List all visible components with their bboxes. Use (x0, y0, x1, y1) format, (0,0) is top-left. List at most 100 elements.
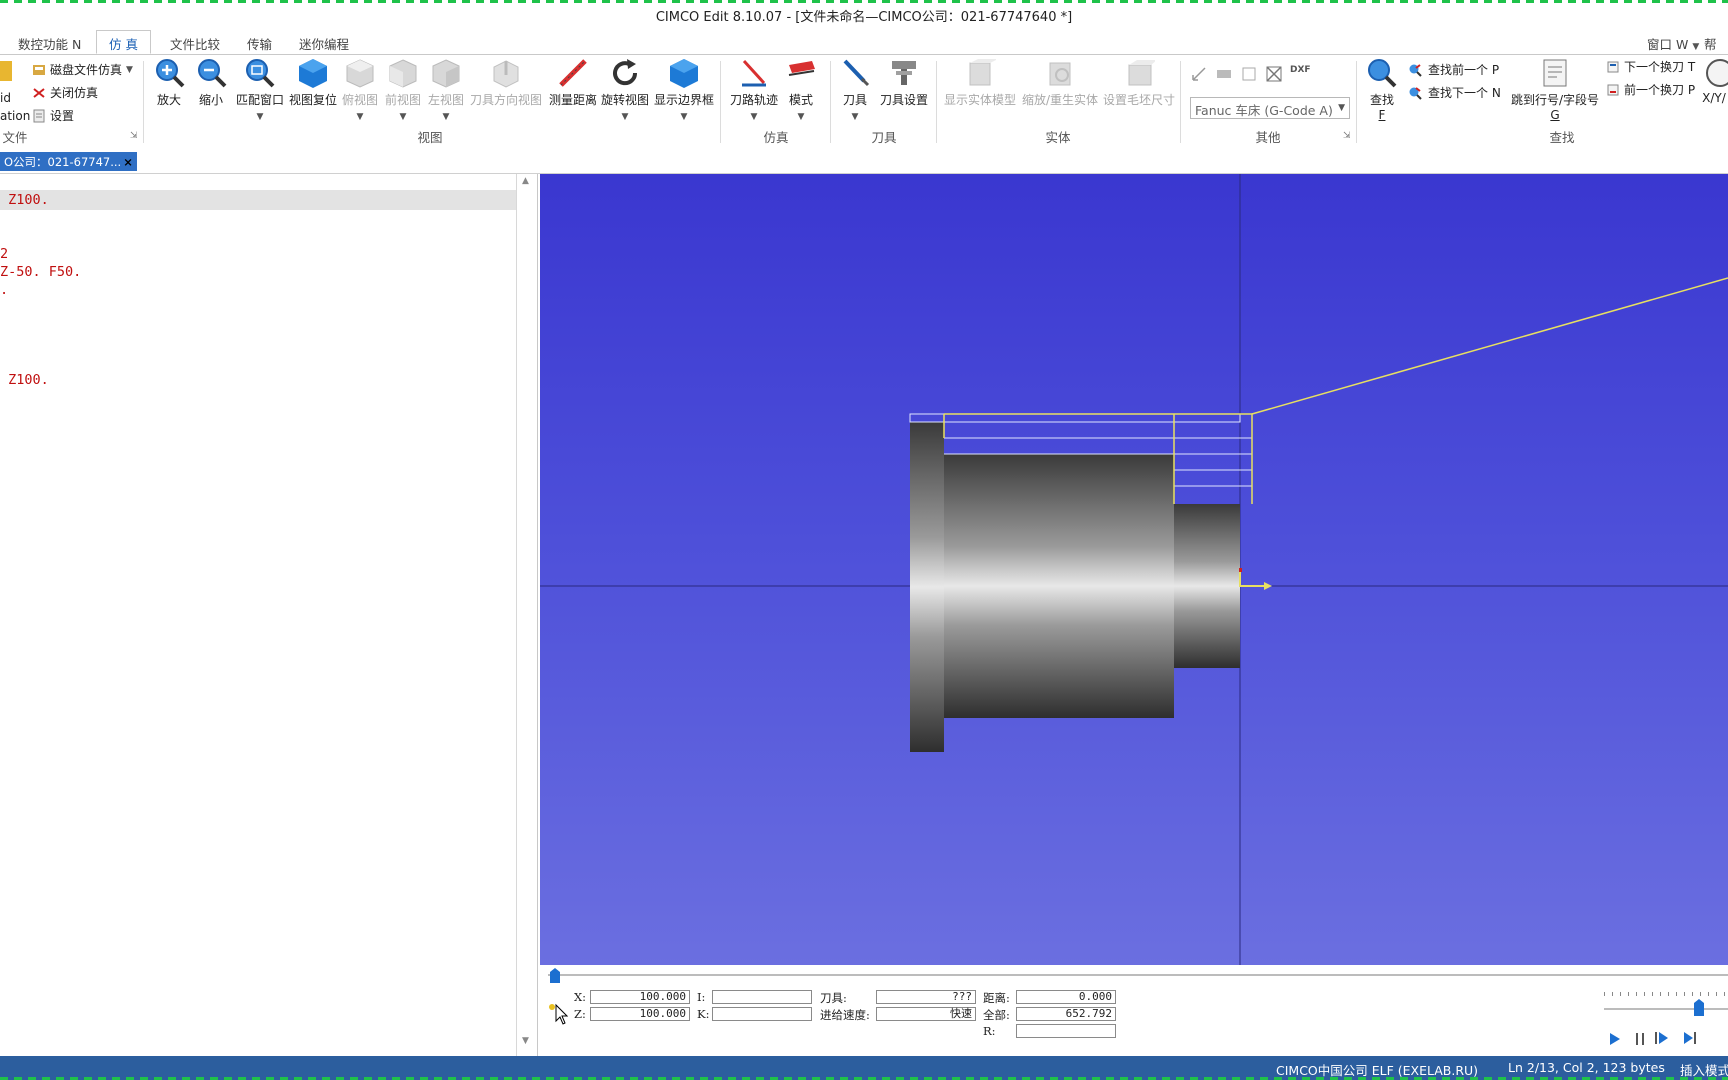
view-group-label: 视图 (417, 130, 443, 145)
pause-icon[interactable] (1634, 1031, 1646, 1047)
machine-select[interactable]: Fanuc 车床 (G-Code A) ▼ (1190, 97, 1350, 119)
r-label: R: (983, 1024, 996, 1038)
show-bounding-box-button[interactable]: 显示边界框 ▼ (654, 57, 714, 122)
dxf-icon[interactable]: DXF (1290, 65, 1311, 83)
find-next-button[interactable]: 查找下一个 N (1408, 84, 1501, 101)
k-label: K: (697, 1007, 710, 1021)
skip-forward-icon[interactable] (1682, 1029, 1700, 1047)
speed-ticks (1604, 992, 1728, 996)
close-sim-icon (33, 87, 45, 98)
i-label: I: (697, 990, 706, 1004)
scroll-up-icon[interactable]: ▲ (522, 176, 529, 186)
code-line: . (0, 282, 9, 298)
rotate-icon (613, 59, 638, 86)
speed-thumb[interactable] (1692, 999, 1706, 1017)
status-bar: CIMCO中国公司 ELF (EXELAB.RU) Ln 2/13, Col 2… (0, 1056, 1728, 1080)
zoom-regen-solid-button[interactable]: 缩放/重生实体 (1020, 57, 1100, 108)
close-sim-button[interactable]: 关闭仿真 (32, 84, 98, 101)
measure-distance-button[interactable]: 测量距离 (548, 57, 598, 108)
play-file-icon (0, 61, 12, 81)
file-group-label: 文件 (2, 130, 28, 145)
tool-button[interactable]: 刀具 ▼ (840, 57, 870, 122)
title-bar: CIMCO Edit 8.10.07 - [文件未命名—CIMCO公司：021-… (0, 0, 1728, 30)
other-tools-row: DXF (1190, 65, 1311, 83)
tab-mini-program[interactable]: 迷你编程 (299, 34, 349, 53)
tab-simulation[interactable]: 仿 真 (96, 30, 151, 54)
gauge-icon (1706, 59, 1728, 87)
disk-sim-button[interactable]: 磁盘文件仿真 ▼ (32, 61, 133, 78)
total-value: 652.792 (1016, 1007, 1116, 1021)
tool-settings-icon (892, 61, 916, 85)
other-group-label: 其他 (1255, 130, 1281, 145)
dialog-launcher-icon[interactable]: ⇲ (130, 131, 138, 141)
zoom-in-button[interactable]: 放大 (154, 57, 185, 108)
zoom-out-button[interactable]: 缩小 (196, 57, 227, 108)
find-prev-icon (1409, 63, 1422, 77)
code-editor[interactable]: Z100. 2 Z-50. F50. . Z100. (0, 174, 516, 1056)
solid-model-icon (969, 59, 996, 86)
toolpath-button[interactable]: 刀路轨迹 ▼ (728, 57, 780, 122)
settings-button[interactable]: 设置 (32, 107, 74, 124)
document-tab-bar: O公司：021-67747... × (0, 147, 1728, 174)
grid-icon[interactable] (1265, 65, 1283, 83)
tool-group-label: 刀具 (871, 130, 897, 145)
play-icon[interactable] (1608, 1031, 1622, 1047)
rotate-view-button[interactable]: 旋转视图 ▼ (601, 57, 649, 122)
part-body (944, 454, 1174, 718)
timeline-track[interactable] (548, 974, 1728, 976)
find-button[interactable]: 查找 F (1364, 57, 1400, 122)
window-menu[interactable]: 窗口 W ▼ (1647, 34, 1699, 53)
ribbon: id ation 磁盘文件仿真 ▼ 关闭仿真 设置 文件 ⇲ 放大 缩小 匹配窗口… (0, 54, 1728, 148)
window-title: CIMCO Edit 8.10.07 - [文件未命名—CIMCO公司：021-… (655, 10, 1073, 25)
dialog-launcher-icon[interactable]: ⇲ (1343, 131, 1351, 141)
frame-icon[interactable] (1240, 65, 1258, 83)
solid-group-label: 实体 (1045, 130, 1071, 145)
tab-transfer[interactable]: 传输 (247, 34, 272, 53)
cube-gray-icon (346, 59, 374, 88)
left-view-button[interactable]: 左视图 ▼ (428, 57, 464, 122)
fit-window-button[interactable]: 匹配窗口 ▼ (236, 57, 284, 122)
tab-file-compare[interactable]: 文件比较 (170, 34, 220, 53)
view-reset-button[interactable]: 视图复位 (288, 57, 338, 108)
scroll-down-icon[interactable]: ▼ (522, 1036, 529, 1046)
tool-settings-button[interactable]: 刀具设置 (878, 57, 930, 108)
toolpath-icon (742, 59, 766, 87)
i-value (712, 990, 812, 1004)
z-value: 100.000 (590, 1007, 690, 1021)
simulation-viewport[interactable] (540, 174, 1728, 965)
speed-track[interactable] (1604, 1008, 1728, 1010)
document-tab[interactable]: O公司：021-67747... × (0, 152, 137, 171)
prev-tool-change-button[interactable]: 前一个换刀 P (1606, 81, 1695, 98)
x-value: 100.000 (590, 990, 690, 1004)
tab-nc-functions[interactable]: 数控功能 N (18, 34, 81, 53)
timeline-thumb[interactable] (548, 968, 562, 984)
next-tool-change-button[interactable]: 下一个换刀 T (1606, 58, 1695, 75)
sim-info-panel: X: 100.000 Z: 100.000 I: K: 刀具: ??? 进给速度… (540, 965, 1728, 1056)
xyz-button[interactable]: X/Y/ (1700, 57, 1728, 105)
close-tab-icon[interactable]: × (123, 155, 133, 169)
partial-label-2: ation (0, 109, 31, 123)
mirror-icon[interactable] (1215, 65, 1233, 83)
set-stock-size-button[interactable]: 设置毛坯尺寸 (1102, 57, 1176, 108)
ribbon-tabs: 数控功能 N 仿 真 文件比较 传输 迷你编程 窗口 W ▼ 帮助 (0, 30, 1728, 71)
front-view-button[interactable]: 前视图 ▼ (385, 57, 421, 122)
settings-icon (33, 109, 45, 122)
top-view-button[interactable]: 俯视图 ▼ (342, 57, 378, 122)
step-forward-icon[interactable] (1654, 1029, 1672, 1047)
stock-size-icon (1128, 60, 1155, 86)
mode-button[interactable]: 模式 ▼ (786, 57, 816, 122)
measure-icon (559, 59, 587, 87)
find-prev-button[interactable]: 查找前一个 P (1408, 61, 1499, 78)
feed-value: 快速 (876, 1007, 976, 1021)
show-solid-model-button[interactable]: 显示实体模型 (942, 57, 1018, 108)
part-flange (910, 422, 944, 752)
cursor-icon (549, 1003, 568, 1025)
bounding-box-icon (670, 59, 698, 88)
goto-line-button[interactable]: 跳到行号/字段号 G (1510, 57, 1600, 122)
next-tool-icon (1607, 61, 1619, 72)
scale-icon[interactable] (1190, 65, 1208, 83)
tool-direction-view-button[interactable]: 刀具方向视图 (470, 57, 542, 108)
stock-outline (909, 413, 1241, 423)
r-value (1016, 1024, 1116, 1038)
editor-scrollbar[interactable]: ▲ ▼ (516, 174, 538, 1056)
